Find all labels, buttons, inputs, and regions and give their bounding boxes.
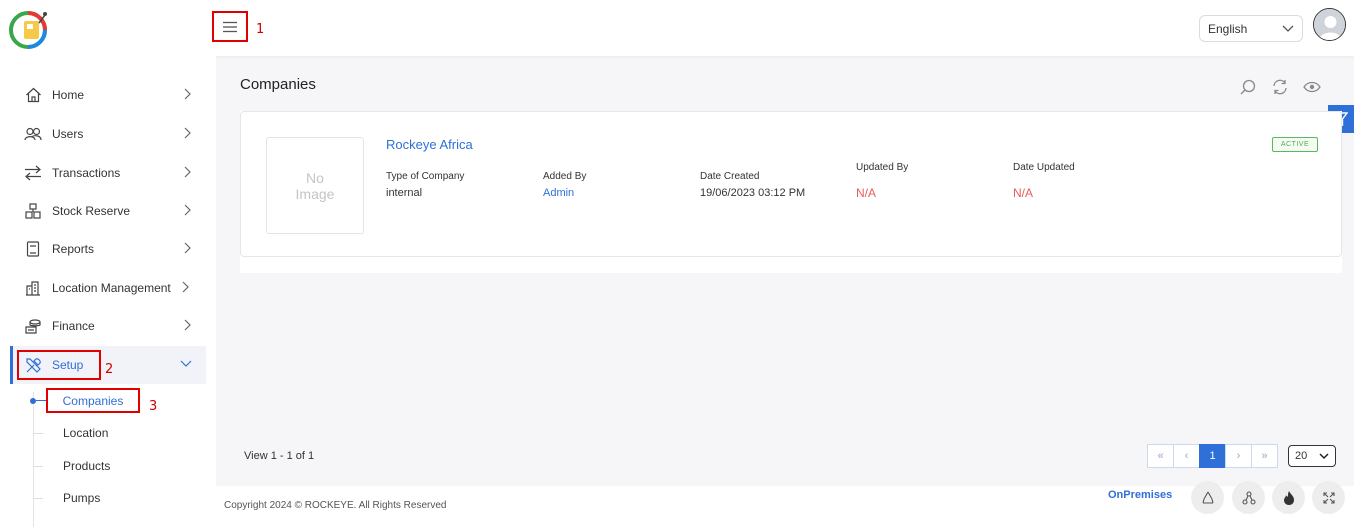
sidebar-item-finance[interactable]: Finance: [10, 308, 206, 344]
copyright-text: Copyright 2024 © ROCKEYE. All Rights Res…: [224, 500, 447, 511]
field-label-added-by: Added By: [543, 171, 587, 182]
sidebar-item-label: Users: [52, 127, 84, 141]
current-page-button[interactable]: 1: [1199, 444, 1226, 468]
field-label-date-updated: Date Updated: [1013, 162, 1075, 173]
submenu-connector: [33, 466, 43, 467]
fullscreen-icon: [1322, 491, 1335, 504]
field-label-date-created: Date Created: [700, 171, 760, 182]
search-icon[interactable]: [1238, 77, 1258, 97]
annotation-2: 2: [105, 362, 114, 377]
submenu-connector: [33, 433, 43, 434]
sidebar-item-label: Transactions: [52, 166, 121, 180]
users-icon: [24, 125, 42, 143]
sidebar-item-label: Stock Reserve: [52, 204, 131, 218]
chevron-down-icon: [1282, 25, 1294, 32]
fire-button[interactable]: [1272, 481, 1305, 514]
network-icon: [1241, 490, 1256, 505]
hamburger-icon: [223, 21, 237, 32]
fullscreen-button[interactable]: [1312, 481, 1345, 514]
prev-page-button[interactable]: ‹: [1173, 444, 1200, 468]
chevron-right-icon: [184, 88, 191, 100]
sidebar-item-reports[interactable]: Reports: [10, 231, 206, 267]
sidebar-item-stock-reserve[interactable]: Stock Reserve: [10, 193, 206, 229]
language-select[interactable]: English: [1199, 15, 1303, 42]
setup-highlight-box: [17, 350, 101, 380]
per-page-value: 20: [1295, 450, 1308, 462]
language-value: English: [1208, 21, 1248, 36]
field-value-updated-by: N/A: [856, 186, 877, 200]
chevron-right-icon: [184, 127, 191, 139]
report-book-icon: [24, 240, 42, 258]
field-label-type: Type of Company: [386, 171, 465, 182]
sidebar-item-label: Home: [52, 88, 85, 102]
submenu-line: [33, 392, 34, 527]
submenu-item-label: Companies: [62, 393, 124, 408]
fire-icon: [1283, 490, 1294, 505]
record-count: View 1 - 1 of 1: [244, 450, 315, 462]
submenu-item-pumps[interactable]: Pumps: [63, 491, 100, 505]
submenu-active-connector: [36, 400, 46, 401]
chevron-right-icon: [184, 166, 191, 178]
field-label-updated-by: Updated By: [856, 162, 909, 173]
chevron-right-icon: [184, 204, 191, 216]
submenu-active-dot: [30, 398, 36, 404]
sidebar-item-users[interactable]: Users: [10, 116, 206, 152]
home-icon: [24, 86, 42, 104]
network-button[interactable]: [1232, 481, 1265, 514]
hamburger-menu-button[interactable]: [212, 11, 248, 42]
pagination: « ‹ 1 › »: [1147, 444, 1278, 468]
deployment-mode-label: OnPremises: [1108, 489, 1173, 501]
field-value-date-created: 19/06/2023 03:12 PM: [700, 187, 806, 199]
eye-icon[interactable]: [1302, 77, 1322, 97]
sidebar-item-home[interactable]: Home: [10, 77, 206, 113]
sidebar-item-label: Location Management: [52, 281, 171, 295]
field-value-added-by[interactable]: Admin: [543, 187, 574, 199]
user-avatar[interactable]: [1313, 8, 1346, 41]
chevron-right-icon: [184, 319, 191, 331]
company-card[interactable]: No Image Rockeye Africa ACTIVE Type of C…: [240, 111, 1342, 257]
recycle-icon: [1201, 491, 1214, 504]
sidebar-item-label: Finance: [52, 319, 95, 333]
recycle-button[interactable]: [1191, 481, 1224, 514]
chevron-down-icon: [180, 360, 192, 367]
submenu-connector: [33, 498, 43, 499]
transfer-arrows-icon: [24, 164, 42, 182]
coins-icon: [24, 317, 42, 335]
boxes-icon: [24, 202, 42, 220]
chevron-down-icon: [1319, 452, 1329, 459]
per-page-select[interactable]: 20: [1288, 445, 1336, 467]
company-name-link[interactable]: Rockeye Africa: [386, 137, 473, 152]
field-value-date-updated: N/A: [1013, 186, 1034, 200]
top-bar: 1 English: [0, 0, 1354, 56]
annotation-1: 1: [256, 22, 265, 37]
company-card-container: No Image Rockeye Africa ACTIVE Type of C…: [240, 111, 1342, 273]
sidebar-item-label: Reports: [52, 242, 95, 256]
field-value-type: internal: [386, 187, 423, 199]
page-title: Companies: [240, 76, 316, 93]
first-page-button[interactable]: «: [1147, 444, 1174, 468]
footer: Copyright 2024 © ROCKEYE. All Rights Res…: [200, 481, 1354, 527]
page-toolbar: [1238, 77, 1322, 97]
submenu-item-companies[interactable]: Companies: [46, 388, 140, 413]
chevron-right-icon: [184, 242, 191, 254]
company-image-placeholder: No Image: [266, 137, 364, 234]
sidebar-item-transactions[interactable]: Transactions: [10, 155, 206, 191]
status-badge: ACTIVE: [1272, 137, 1318, 152]
chevron-right-icon: [182, 281, 189, 293]
refresh-icon[interactable]: [1270, 77, 1290, 97]
no-image-text: No Image: [295, 169, 335, 202]
building-icon: [24, 279, 42, 297]
next-page-button[interactable]: ›: [1225, 444, 1252, 468]
submenu-item-products[interactable]: Products: [63, 459, 110, 473]
sidebar-item-location-management[interactable]: Location Management: [10, 270, 206, 306]
submenu-item-location[interactable]: Location: [63, 426, 108, 440]
app-logo[interactable]: [8, 7, 50, 49]
last-page-button[interactable]: »: [1251, 444, 1278, 468]
annotation-3: 3: [149, 399, 158, 414]
